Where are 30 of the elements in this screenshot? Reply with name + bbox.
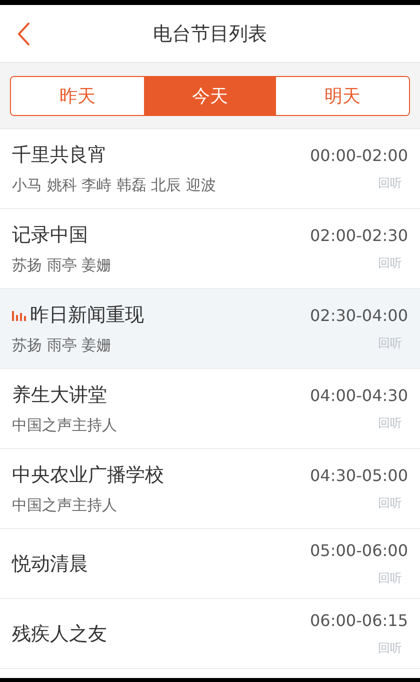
replay-button[interactable]: 回听 (378, 174, 408, 192)
program-time: 02:30-04:00 (310, 306, 408, 324)
day-tab[interactable]: 今天 (144, 77, 276, 115)
program-row[interactable]: 昨日新闻重现 苏扬 雨亭 姜姗 02:30-04:00 回听 (0, 289, 420, 369)
program-hosts: 中国之声主持人 (12, 416, 117, 435)
replay-button[interactable]: 回听 (378, 254, 408, 272)
replay-button[interactable]: 回听 (378, 640, 408, 656)
program-name: 悦动清晨 (12, 552, 88, 576)
program-time: 05:00-06:00 (310, 540, 408, 560)
program-hosts: 小马 姚科 李峙 韩磊 北辰 迎波 (12, 176, 216, 195)
program-time: 04:30-05:00 (310, 466, 408, 484)
program-name: 记录中国 (12, 223, 88, 248)
replay-button[interactable]: 回听 (378, 414, 408, 432)
program-time: 00:00-02:00 (310, 146, 408, 164)
program-name: 千里共良宵 (12, 143, 107, 168)
program-hosts: 中国之声主持人 (12, 496, 118, 515)
program-time: 04:00-04:30 (310, 386, 408, 404)
program-name: 养生大讲堂 (12, 383, 107, 408)
equalizer-icon (12, 309, 26, 321)
back-icon (17, 21, 31, 47)
program-time: 06:00-06:15 (310, 610, 408, 630)
program-time: 02:00-02:30 (310, 226, 408, 244)
program-hosts: 苏扬 雨亭 姜姗 (12, 336, 113, 355)
replay-button[interactable]: 回听 (378, 494, 408, 512)
page-title: 电台节目列表 (153, 22, 267, 46)
program-name: 昨日新闻重现 (30, 303, 144, 328)
program-name: 中央农业广播学校 (12, 463, 164, 488)
program-hosts: 苏扬 雨亭 姜姗 (12, 256, 112, 275)
replay-button[interactable]: 回听 (378, 570, 408, 586)
program-name: 残疾人之友 (12, 622, 107, 646)
